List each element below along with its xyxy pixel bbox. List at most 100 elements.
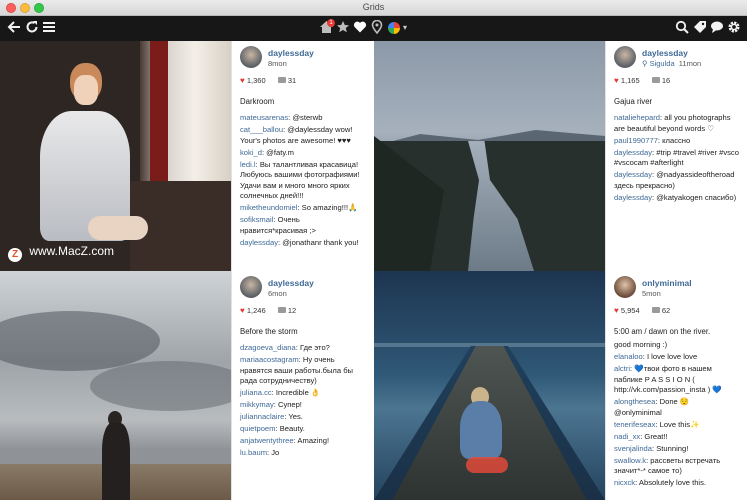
comment-text: good morning :)	[614, 340, 668, 349]
refresh-icon[interactable]	[24, 20, 40, 37]
post-username[interactable]: onlyminimal	[642, 278, 692, 288]
like-count: 5,954	[620, 306, 640, 315]
avatar[interactable]	[614, 276, 636, 298]
comment: juliannaclaire: Yes.	[240, 412, 366, 423]
comment-author[interactable]: alongthesea	[614, 397, 655, 406]
comment-author[interactable]: mariaacostagram	[240, 355, 299, 364]
like-count: 1,360	[246, 76, 266, 85]
comment-author[interactable]: daylessday	[614, 170, 652, 179]
comment-author[interactable]: paul1990777	[614, 136, 658, 145]
post-time: 5mon	[642, 289, 661, 298]
comment-text: : @jonathanr thank you!	[278, 237, 359, 247]
comment-list: good morning :) elanaloo: I love love lov…	[614, 340, 739, 489]
watermark: Z www.MacZ.com	[8, 244, 114, 262]
window-titlebar: Grids	[0, 0, 747, 16]
home-notification-badge: 1	[327, 19, 335, 27]
comment: alctri: 💙твои фото в нашем паблике P A S…	[614, 364, 739, 396]
comment-list: dzagoeva_diana: Где это? mariaacostagram:…	[240, 343, 366, 459]
comment: dzagoeva_diana: Где это?	[240, 343, 366, 354]
comment-author[interactable]: daylessday	[614, 148, 652, 157]
heart-icon[interactable]	[352, 20, 368, 37]
menu-icon[interactable]	[41, 20, 57, 37]
comment-author[interactable]: miketheundomiel	[240, 203, 297, 212]
comment-author[interactable]: alctri	[614, 364, 630, 373]
post-photo-dock[interactable]	[374, 271, 605, 500]
comment-icon[interactable]	[277, 307, 286, 313]
comment-text: : Incredible 👌	[271, 388, 321, 397]
comment-text: : Amazing!	[293, 436, 330, 445]
comment-author[interactable]: nataliehepard	[614, 113, 660, 122]
tag-icon[interactable]	[692, 20, 708, 37]
comment-text: : Great!!	[640, 431, 668, 441]
comment-icon[interactable]	[277, 77, 286, 83]
comment: miketheundomiel: So amazing!!!🙏	[240, 203, 366, 214]
comment-author[interactable]: daylessday	[240, 238, 278, 247]
account-dropdown[interactable]: ▾	[387, 20, 413, 37]
like-heart-icon[interactable]: ♥	[240, 76, 245, 85]
comment-author[interactable]: koki_d	[240, 148, 262, 157]
comment-author[interactable]: mikkymay	[240, 400, 274, 409]
avatar[interactable]	[240, 46, 262, 68]
comment-author[interactable]: svenjalinda	[614, 444, 652, 453]
watermark-text: www.MacZ.com	[29, 244, 115, 258]
gear-icon[interactable]	[726, 20, 742, 37]
post-time: 8mon	[268, 59, 287, 68]
comment: koki_d: @faty.m	[240, 148, 366, 159]
comment: alongthesea: Done 😌 @onlyminimal	[614, 397, 739, 418]
comment: lu.baum: Jo	[240, 448, 366, 459]
chat-bubble-icon[interactable]	[709, 20, 725, 37]
post-photo-storm[interactable]	[0, 271, 231, 500]
comment-author[interactable]: lu.baum	[240, 448, 267, 457]
comment: sofiksmail: Очень нравится*красивая ;>	[240, 215, 366, 236]
comment-author[interactable]: nadi_xx	[614, 432, 640, 441]
comment-text: : @katyakogen спасибо)	[652, 192, 737, 202]
comment-icon[interactable]	[651, 307, 660, 313]
comment-author[interactable]: cat___ballou	[240, 125, 283, 134]
home-icon[interactable]: 1	[318, 19, 335, 37]
comment-author[interactable]: ledi.l	[240, 160, 256, 169]
comment-list: mateusarenas: @sterwb cat___ballou: @dayl…	[240, 113, 366, 248]
comment-count: 16	[661, 76, 671, 85]
comment-list: nataliehepard: all you photographs are b…	[614, 113, 739, 203]
comment: swallow.k: рассветы встречать значит*-* …	[614, 456, 739, 477]
comment-author[interactable]: dzagoeva_diana	[240, 343, 296, 352]
comment-author[interactable]: elanaloo	[614, 352, 643, 361]
avatar[interactable]	[240, 276, 262, 298]
comment-text: : Stunning!	[652, 443, 689, 453]
like-heart-icon[interactable]: ♥	[240, 306, 245, 315]
comment: daylessday: @nadyassideoftheroad здесь п…	[614, 170, 739, 191]
post-caption: Gajua river	[614, 97, 653, 106]
comment-author[interactable]: sofiksmail	[240, 215, 273, 224]
comment-author[interactable]: nicxck	[614, 478, 635, 487]
comment: good morning :)	[614, 340, 739, 351]
watermark-logo: Z	[8, 248, 22, 262]
post-username[interactable]: daylessday	[268, 278, 314, 288]
comment-author[interactable]: quietpoem	[240, 424, 275, 433]
comment-author[interactable]: tenerifeseax	[614, 420, 655, 429]
comment-icon[interactable]	[651, 77, 660, 83]
post-caption: Darkroom	[240, 97, 275, 106]
location-pin-icon[interactable]	[369, 20, 385, 37]
post-photo-darkroom[interactable]: Z www.MacZ.com	[0, 41, 231, 271]
post-photo-river[interactable]	[374, 41, 605, 271]
comment-text: : классно	[657, 135, 691, 145]
post-username[interactable]: daylessday	[268, 48, 314, 58]
comment-author[interactable]: juliannaclaire	[240, 412, 284, 421]
comment-author[interactable]: mateusarenas	[240, 113, 288, 122]
post-location[interactable]: Sigulda	[650, 59, 675, 68]
comment-author[interactable]: daylessday	[614, 193, 652, 202]
like-heart-icon[interactable]: ♥	[614, 76, 619, 85]
post-card: daylessday 6mon ♥ 1,246 12 Before the st…	[231, 271, 374, 500]
star-icon[interactable]	[335, 20, 351, 37]
post-card: daylessday ⚲ Sigulda 11mon ♥ 1,165 16 Ga…	[605, 41, 747, 271]
search-icon[interactable]	[674, 20, 690, 37]
post-username[interactable]: daylessday	[642, 48, 688, 58]
comment-author[interactable]: anjatwentythree	[240, 436, 294, 445]
back-arrow-icon[interactable]	[6, 20, 22, 37]
post-time: 6mon	[268, 289, 287, 298]
comment: nadi_xx: Great!!	[614, 432, 739, 443]
comment-author[interactable]: swallow.k	[614, 456, 646, 465]
avatar[interactable]	[614, 46, 636, 68]
like-heart-icon[interactable]: ♥	[614, 306, 619, 315]
comment-author[interactable]: juliana.cc	[240, 388, 272, 397]
